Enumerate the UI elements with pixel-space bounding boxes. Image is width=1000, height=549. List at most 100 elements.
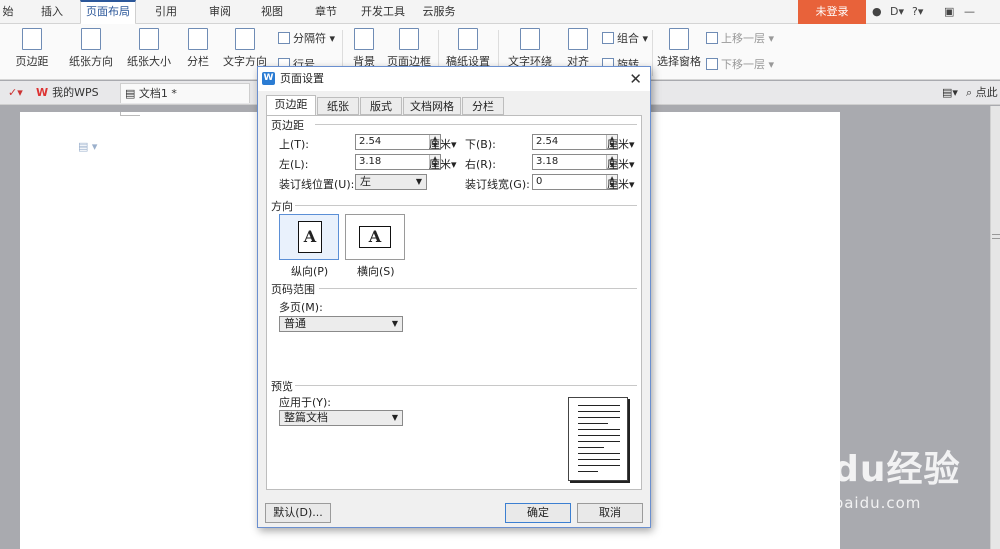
page-preview	[568, 397, 628, 481]
gutter-position-select[interactable]: 左 ▼	[355, 174, 427, 190]
tab-developer[interactable]: 开发工具	[356, 0, 410, 24]
tab-references[interactable]: 引用	[146, 0, 186, 24]
tab-document-grid[interactable]: 文档网格	[403, 97, 461, 115]
gutter-position-label: 装订线位置(U):	[279, 178, 355, 191]
gutter-width-input[interactable]: 0 ▲ ▼	[532, 174, 618, 190]
close-icon[interactable]: ✕	[629, 67, 642, 91]
tab-list-icon[interactable]: ▤▾	[938, 83, 958, 103]
tab-section[interactable]: 章节	[306, 0, 346, 24]
tab-view[interactable]: 视图	[252, 0, 292, 24]
text-wrap-button[interactable]: 文字环绕	[504, 28, 556, 69]
preview-line	[578, 465, 620, 466]
right-margin-unit[interactable]: 厘米▾	[607, 156, 635, 172]
pin-icon[interactable]: ✓▾	[4, 83, 23, 103]
dialog-title-bar[interactable]: W 页面设置 ✕	[258, 67, 650, 91]
background-icon	[354, 28, 374, 50]
tab-layout[interactable]: 版式	[360, 97, 402, 115]
tab-cloud[interactable]: 云服务	[418, 0, 460, 24]
help-icon[interactable]: ?▾	[912, 3, 923, 21]
paper-size-label: 纸张大小	[127, 55, 171, 68]
preview-line	[578, 435, 620, 436]
columns-button[interactable]: 分栏	[180, 28, 216, 69]
watermark-brand: Baidu经验	[766, 449, 961, 490]
text-direction-icon	[235, 28, 255, 50]
search-box[interactable]: ⌕ 点此	[962, 83, 998, 103]
bring-forward-label: 上移一层	[721, 32, 765, 45]
dialog-title: 页面设置	[280, 72, 324, 85]
vertical-scrollbar[interactable]	[990, 106, 1000, 549]
preview-line	[578, 411, 620, 412]
margins-icon	[22, 28, 42, 50]
page-border-button[interactable]: 页面边框	[384, 28, 434, 69]
login-button[interactable]: 未登录	[798, 0, 866, 24]
tab-page-layout[interactable]: 页面布局	[80, 0, 136, 25]
bottom-margin-input[interactable]: 2.54 ▲ ▼	[532, 134, 618, 150]
tab-document1[interactable]: ▤ 文档1 *	[120, 83, 250, 103]
align-button[interactable]: 对齐	[560, 28, 596, 69]
orientation-button[interactable]: 纸张方向	[64, 28, 118, 69]
bring-forward-button[interactable]: 上移一层 ▾	[706, 30, 774, 46]
background-button[interactable]: 背景	[346, 28, 382, 69]
multiple-pages-label: 多页(M):	[279, 301, 323, 314]
preview-group-label: 预览	[271, 380, 293, 393]
tab-columns[interactable]: 分栏	[462, 97, 504, 115]
bottom-margin-label: 下(B):	[465, 138, 496, 151]
tab-paper[interactable]: 纸张	[317, 97, 359, 115]
help-label: ?	[912, 5, 918, 18]
multiple-pages-select[interactable]: 普通 ▼	[279, 316, 403, 332]
preview-line	[578, 423, 608, 424]
paper-size-icon	[139, 28, 159, 50]
margins-button[interactable]: 页边距	[14, 28, 50, 69]
tab-review[interactable]: 审阅	[200, 0, 240, 24]
right-margin-input[interactable]: 3.18 ▲ ▼	[532, 154, 618, 170]
chevron-down-icon: ▼	[391, 413, 398, 422]
left-margin-label: 左(L):	[279, 158, 309, 171]
paste-options-icon[interactable]: ▤ ▾	[78, 140, 97, 153]
gutter-width-unit[interactable]: 厘米▾	[607, 176, 635, 192]
group-divider	[315, 124, 637, 125]
apply-to-select[interactable]: 整篇文档 ▼	[279, 410, 403, 426]
tab-margins[interactable]: 页边距	[266, 95, 316, 116]
separator-button[interactable]: 分隔符 ▾	[278, 30, 335, 46]
gutter-width-value: 0	[536, 176, 543, 187]
bottom-margin-unit[interactable]: 厘米▾	[607, 136, 635, 152]
restore-window-icon[interactable]: ▣	[944, 3, 954, 21]
cancel-button[interactable]: 取消	[577, 503, 643, 523]
manuscript-button[interactable]: 稿纸设置	[442, 28, 494, 69]
text-direction-button[interactable]: 文字方向	[218, 28, 272, 69]
preview-line	[578, 447, 604, 448]
tab-insert[interactable]: 插入	[33, 0, 71, 24]
top-margin-unit[interactable]: 厘米▾	[429, 136, 457, 152]
document1-label: 文档1 *	[138, 87, 177, 100]
apply-to-label: 应用于(Y):	[279, 396, 332, 409]
skin-icon[interactable]: ●	[872, 3, 882, 21]
landscape-label: 横向(S)	[357, 265, 395, 278]
preview-line	[578, 429, 620, 430]
selection-pane-button[interactable]: 选择窗格	[656, 28, 702, 69]
send-backward-button[interactable]: 下移一层 ▾	[706, 56, 774, 72]
separator-label: 分隔符	[293, 32, 326, 45]
my-wps-label: 我的WPS	[52, 86, 99, 99]
text-wrap-icon	[520, 28, 540, 50]
portrait-option[interactable]: A	[279, 214, 339, 260]
search-icon: ⌕	[966, 86, 976, 99]
tab-my-wps[interactable]: W 我的WPS	[32, 83, 112, 103]
d-menu-icon[interactable]: D▾	[890, 3, 904, 21]
wps-writer-icon: W	[262, 72, 275, 85]
margin-corner-mark	[120, 112, 140, 116]
group-button[interactable]: 组合 ▾	[602, 30, 648, 46]
columns-icon	[188, 28, 208, 50]
scroll-grip[interactable]	[992, 234, 1000, 239]
landscape-option[interactable]: A	[345, 214, 405, 260]
send-backward-label: 下移一层	[721, 58, 765, 71]
left-margin-unit[interactable]: 厘米▾	[429, 156, 457, 172]
ok-button[interactable]: 确定	[505, 503, 571, 523]
minimize-icon[interactable]: —	[964, 3, 975, 21]
apply-to-value: 整篇文档	[284, 411, 328, 424]
columns-label: 分栏	[187, 55, 209, 68]
default-button[interactable]: 默认(D)...	[265, 503, 331, 523]
paper-size-button[interactable]: 纸张大小	[122, 28, 176, 69]
preview-line	[578, 441, 620, 442]
tab-start[interactable]: 始	[0, 0, 16, 24]
unit-label: 厘米	[607, 158, 629, 171]
